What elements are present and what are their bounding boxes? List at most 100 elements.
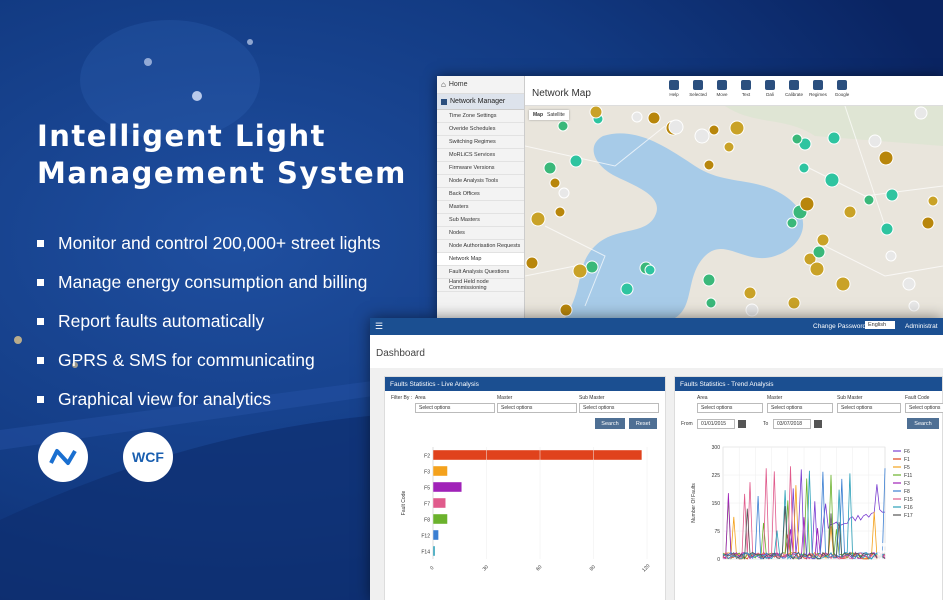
map-node-marker[interactable] — [798, 162, 810, 174]
map-node-marker[interactable] — [885, 188, 899, 202]
network-map[interactable]: Map Satellite — [525, 106, 943, 318]
map-node-marker[interactable] — [723, 141, 735, 153]
sub-master-select[interactable]: Select options — [837, 403, 901, 413]
to-date-input[interactable]: 03/07/2018 — [773, 419, 811, 429]
sidebar-item[interactable]: Overide Schedules — [437, 123, 524, 136]
user-menu[interactable]: Administrat — [905, 323, 938, 330]
sidebar-item[interactable]: Node Analysis Tools — [437, 175, 524, 188]
map-node-marker[interactable] — [631, 111, 643, 123]
master-select[interactable]: Select options — [767, 403, 833, 413]
map-node-marker[interactable] — [543, 161, 557, 175]
map-node-marker[interactable] — [791, 133, 803, 145]
map-node-marker[interactable] — [745, 303, 759, 317]
sidebar-item[interactable]: Firmware Versions — [437, 162, 524, 175]
bar-F2[interactable] — [433, 450, 642, 460]
toolbar-button[interactable]: Help — [663, 78, 685, 104]
toolbar-button[interactable]: Text — [735, 78, 757, 104]
bar-F12[interactable] — [433, 530, 439, 540]
map-node-marker[interactable] — [585, 260, 599, 274]
map-node-marker[interactable] — [572, 263, 588, 279]
map-node-marker[interactable] — [799, 196, 815, 212]
map-node-marker[interactable] — [908, 300, 920, 312]
map-node-marker[interactable] — [559, 303, 573, 317]
map-node-marker[interactable] — [824, 172, 840, 188]
map-node-marker[interactable] — [816, 233, 830, 247]
map-node-marker[interactable] — [812, 245, 826, 259]
area-select[interactable]: Select options — [415, 403, 495, 413]
map-node-marker[interactable] — [554, 206, 566, 218]
map-node-marker[interactable] — [557, 120, 569, 132]
change-password-link[interactable]: Change Password — [813, 323, 866, 330]
map-node-marker[interactable] — [868, 134, 882, 148]
sidebar-network-manager[interactable]: Network Manager — [437, 94, 524, 110]
search-button[interactable]: Search — [907, 418, 939, 429]
from-date-input[interactable]: 01/01/2015 — [697, 419, 735, 429]
map-node-marker[interactable] — [787, 296, 801, 310]
map-node-marker[interactable] — [549, 177, 561, 189]
sidebar-item[interactable]: Masters — [437, 201, 524, 214]
search-button[interactable]: Search — [595, 418, 625, 429]
sidebar-item[interactable]: Time Zone Settings — [437, 110, 524, 123]
map-node-marker[interactable] — [878, 150, 894, 166]
map-node-marker[interactable] — [809, 261, 825, 277]
map-node-marker[interactable] — [827, 131, 841, 145]
map-node-marker[interactable] — [729, 120, 745, 136]
toolbar-button[interactable]: Selected — [687, 78, 709, 104]
map-node-marker[interactable] — [589, 106, 603, 119]
map-node-marker[interactable] — [647, 111, 661, 125]
map-node-marker[interactable] — [863, 194, 875, 206]
map-node-marker[interactable] — [914, 106, 928, 120]
map-node-marker[interactable] — [880, 222, 894, 236]
language-select[interactable]: English — [865, 321, 895, 329]
bar-F14[interactable] — [433, 546, 435, 556]
bar-F7[interactable] — [433, 498, 446, 508]
fault-code-select[interactable]: Select options — [905, 403, 943, 413]
map-node-marker[interactable] — [703, 159, 715, 171]
calendar-icon[interactable] — [814, 420, 822, 428]
toolbar-button[interactable]: Regimes — [807, 78, 829, 104]
map-node-marker[interactable] — [702, 273, 716, 287]
toolbar-button[interactable]: Calibrate — [783, 78, 805, 104]
map-node-marker[interactable] — [743, 286, 757, 300]
map-node-marker[interactable] — [525, 256, 539, 270]
map-node-marker[interactable] — [569, 154, 583, 168]
map-node-marker[interactable] — [835, 276, 851, 292]
calendar-icon[interactable] — [738, 420, 746, 428]
map-node-marker[interactable] — [786, 217, 798, 229]
map-node-marker[interactable] — [668, 119, 684, 135]
map-node-marker[interactable] — [644, 264, 656, 276]
sidebar-home[interactable]: ⌂ Home — [437, 76, 524, 94]
sidebar-item[interactable]: Nodes — [437, 227, 524, 240]
hamburger-menu-icon[interactable]: ☰ — [375, 321, 383, 332]
map-node-marker[interactable] — [885, 250, 897, 262]
toolbar-button[interactable]: Google — [831, 78, 853, 104]
area-select[interactable]: Select options — [697, 403, 763, 413]
master-select[interactable]: Select options — [497, 403, 577, 413]
bar-F5[interactable] — [433, 482, 462, 492]
sidebar-item[interactable]: Hand Held node Commissioning — [437, 279, 524, 292]
map-node-marker[interactable] — [705, 297, 717, 309]
sub-master-select[interactable]: Select options — [579, 403, 659, 413]
bar-F8[interactable] — [433, 514, 448, 524]
map-node-marker[interactable] — [921, 216, 935, 230]
sidebar-item[interactable]: Node Authorisation Requests — [437, 240, 524, 253]
sidebar-item[interactable]: Back Offices — [437, 188, 524, 201]
map-node-marker[interactable] — [620, 282, 634, 296]
map-node-marker[interactable] — [694, 128, 710, 144]
sidebar-item[interactable]: Fault Analysis Questions — [437, 266, 524, 279]
map-node-marker[interactable] — [558, 187, 570, 199]
map-node-marker[interactable] — [530, 211, 546, 227]
toolbar-button[interactable]: Dali — [759, 78, 781, 104]
map-node-marker[interactable] — [902, 277, 916, 291]
map-node-marker[interactable] — [708, 124, 720, 136]
map-node-marker[interactable] — [927, 195, 939, 207]
sidebar-item[interactable]: Switching Regimes — [437, 136, 524, 149]
sidebar-item[interactable]: Sub Masters — [437, 214, 524, 227]
map-node-marker[interactable] — [843, 205, 857, 219]
sidebar-item[interactable]: Network Map — [437, 253, 524, 266]
bar-F3[interactable] — [433, 466, 448, 476]
toolbar-button[interactable]: Move — [711, 78, 733, 104]
map-type-tabs[interactable]: Map Satellite — [529, 110, 569, 120]
reset-button[interactable]: Reset — [629, 418, 657, 429]
sidebar-item[interactable]: MoRLiCS Services — [437, 149, 524, 162]
